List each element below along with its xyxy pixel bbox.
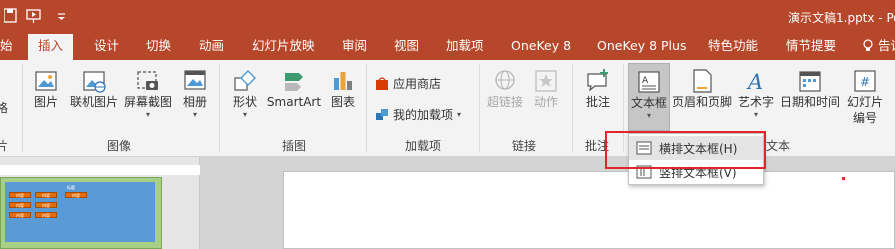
thumbnail-chip: 内容 <box>9 212 31 218</box>
chevron-down-icon: ▾ <box>753 110 758 119</box>
textbox-dropdown-menu: 横排文本框(H) 竖排文本框(V) <box>628 133 764 185</box>
smartart-button[interactable]: SmartArt <box>265 68 323 110</box>
group-label-comments: 批注 <box>585 139 610 153</box>
comment-button[interactable]: 批注 <box>580 68 616 110</box>
my-addins-icon <box>376 108 388 120</box>
tab-animations[interactable]: 动画 <box>199 32 224 60</box>
thumbnail-chip: 内容 <box>35 202 57 208</box>
store-icon <box>376 76 388 90</box>
online-picture-icon <box>83 71 106 93</box>
thumbnail-title: 标题 <box>67 185 75 190</box>
lightbulb-icon <box>863 39 873 51</box>
tab-transitions[interactable]: 切换 <box>146 32 171 60</box>
screenshot-button[interactable]: 屏幕截图 ▾ <box>121 68 175 120</box>
tell-me-label: 告诉 <box>878 38 895 53</box>
tab-storyboard[interactable]: 情节提要 <box>786 32 836 60</box>
textbox-icon: A <box>638 71 660 93</box>
horizontal-textbox-icon <box>629 141 659 155</box>
group-label-text: 文本 <box>766 139 791 153</box>
screenshot-icon <box>137 71 158 90</box>
group-label-addins: 加载项 <box>405 139 442 153</box>
thumbnail-chip: 内容 <box>9 192 31 198</box>
store-button[interactable]: 应用商店 <box>375 75 441 92</box>
textbox-button[interactable]: A 文本框 ▾ <box>628 63 670 131</box>
tab-onekey8-plus[interactable]: OneKey 8 Plus <box>597 32 686 60</box>
wordart-button[interactable]: A 艺术字 ▾ <box>736 68 776 120</box>
slide-thumbnail-pane: 标题 内容 内容 内容 内容 内容 内容 内容 <box>0 157 200 249</box>
slide-number-button[interactable]: # 幻灯片 编号 <box>842 68 888 126</box>
thumbnail-chip: 内容 <box>65 192 87 198</box>
shapes-button[interactable]: 形状 ▾ <box>226 68 264 120</box>
customize-quick-access-icon[interactable] <box>56 7 74 25</box>
thumbnail-chip: 内容 <box>9 202 31 208</box>
ribbon-tabs: 始 插入 设计 切换 动画 幻灯片放映 审阅 视图 加载项 OneKey 8 O… <box>0 32 895 60</box>
vertical-textbox-icon <box>629 165 659 179</box>
save-icon[interactable] <box>3 7 22 25</box>
photo-album-icon <box>184 70 206 90</box>
chevron-down-icon: ▾ <box>457 110 462 119</box>
tab-onekey8[interactable]: OneKey 8 <box>511 32 571 60</box>
tell-me-box[interactable]: 告诉 <box>862 32 895 60</box>
slide-canvas[interactable] <box>283 171 895 249</box>
photo-album-button[interactable]: 相册 ▾ <box>178 68 212 120</box>
tab-addins[interactable]: 加载项 <box>446 32 484 60</box>
tab-view[interactable]: 视图 <box>394 32 419 60</box>
vertical-textbox-item[interactable]: 竖排文本框(V) <box>629 160 763 184</box>
tab-design[interactable]: 设计 <box>94 32 119 60</box>
group-label-illustrations: 插图 <box>282 139 307 153</box>
group-label-images: 图像 <box>107 139 132 153</box>
chart-icon <box>334 72 352 90</box>
comment-icon <box>587 69 608 92</box>
chevron-down-icon: ▾ <box>192 110 197 119</box>
title-bar: 演示文稿1.pptx - Po <box>0 0 895 32</box>
cursor-marker <box>842 177 845 180</box>
tab-review[interactable]: 审阅 <box>342 32 367 60</box>
slide-thumbnail[interactable]: 标题 内容 内容 内容 内容 内容 内容 内容 <box>0 177 162 249</box>
chart-button[interactable]: 图表 <box>328 68 358 110</box>
header-footer-icon <box>693 69 712 93</box>
smartart-icon <box>285 73 303 91</box>
shapes-icon <box>234 70 256 91</box>
hyperlink-icon <box>495 70 515 90</box>
online-picture-button[interactable]: 联机图片 <box>66 68 122 110</box>
chevron-down-icon: ▾ <box>145 110 150 119</box>
wordart-icon: A <box>746 70 763 94</box>
tab-special-features[interactable]: 特色功能 <box>708 32 758 60</box>
document-title: 演示文稿1.pptx - Po <box>788 11 895 25</box>
picture-button[interactable]: 图片 <box>29 68 63 110</box>
date-time-button[interactable]: 日期和时间 <box>778 68 842 110</box>
chevron-down-icon: ▾ <box>646 111 651 120</box>
thumbnail-chip: 内容 <box>35 192 57 198</box>
svg-text:A: A <box>746 70 763 94</box>
tab-home[interactable]: 始 <box>0 32 13 60</box>
tab-slideshow[interactable]: 幻灯片放映 <box>252 32 315 60</box>
svg-text:#: # <box>860 75 870 89</box>
header-footer-button[interactable]: 页眉和页脚 <box>670 68 734 110</box>
group-label-links: 链接 <box>512 139 537 153</box>
slide-number-icon: # <box>854 70 876 92</box>
chevron-down-icon: ▾ <box>242 110 247 119</box>
picture-icon <box>35 71 57 91</box>
horizontal-textbox-item[interactable]: 横排文本框(H) <box>629 136 763 160</box>
my-addins-button[interactable]: 我的加载项 ▾ <box>375 106 461 123</box>
partial-left-button[interactable]: 格 <box>0 72 10 116</box>
svg-text:A: A <box>642 76 649 86</box>
partial-left-group-label: 片 <box>0 139 9 153</box>
slideshow-from-start-icon[interactable] <box>25 7 43 25</box>
thumbnail-chip: 内容 <box>35 212 57 218</box>
tab-insert[interactable]: 插入 <box>28 34 74 60</box>
action-icon <box>535 70 557 92</box>
action-button[interactable]: 动作 <box>531 68 561 110</box>
hyperlink-button[interactable]: 超链接 <box>484 68 526 110</box>
calendar-icon <box>799 71 821 92</box>
